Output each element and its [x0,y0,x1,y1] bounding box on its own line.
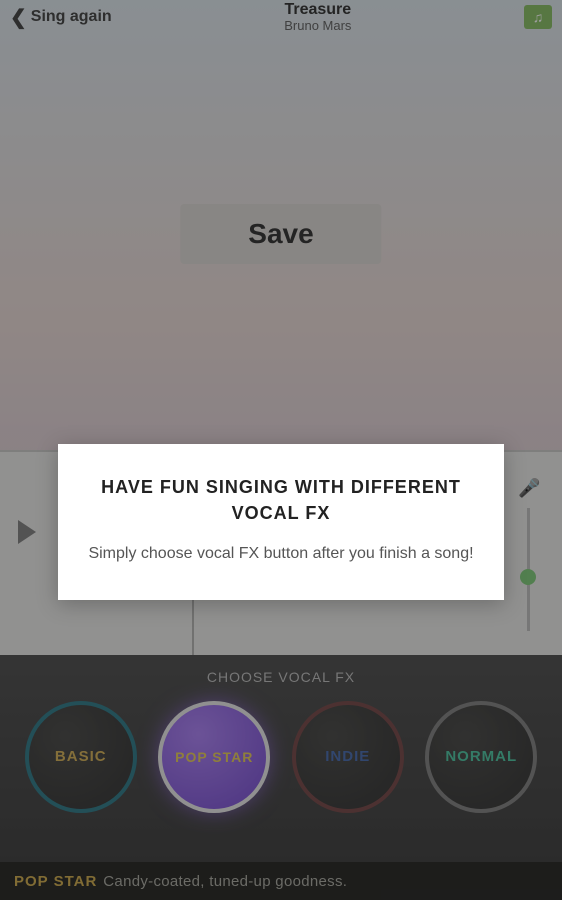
top-bar: ❮ Sing again Treasure Bruno Mars ♫ [0,0,562,34]
footer-bar: POP STAR Candy-coated, tuned-up goodness… [0,862,562,900]
slider-thumb[interactable] [520,569,536,585]
footer-fx-name: POP STAR [14,873,97,890]
back-label: Sing again [31,8,112,26]
fx-normal-button[interactable]: NORMAL [425,701,537,813]
info-modal[interactable]: HAVE FUN SINGING WITH DIFFERENT VOCAL FX… [58,444,504,600]
fx-row: BASIC POP STAR INDIE NORMAL [0,701,562,813]
slider-track[interactable] [527,508,530,631]
vocal-fx-panel: CHOOSE VOCAL FX BASIC POP STAR INDIE NOR… [0,655,562,862]
song-title: Treasure [284,1,351,19]
play-icon[interactable] [18,520,36,544]
mic-icon: 🎤 [518,478,538,502]
fx-indie-button[interactable]: INDIE [292,701,404,813]
fx-header: CHOOSE VOCAL FX [0,655,562,695]
mic-volume-slider[interactable]: 🎤 [516,478,540,637]
app-screen: ❮ Sing again Treasure Bruno Mars ♫ Save … [0,0,562,900]
chevron-left-icon: ❮ [10,5,27,30]
artist-name: Bruno Mars [284,19,351,33]
music-icon[interactable]: ♫ [524,5,552,29]
modal-title: HAVE FUN SINGING WITH DIFFERENT VOCAL FX [88,474,474,526]
footer-fx-desc: Candy-coated, tuned-up goodness. [103,873,347,890]
save-button[interactable]: Save [180,204,381,264]
fx-basic-button[interactable]: BASIC [25,701,137,813]
fx-popstar-button[interactable]: POP STAR [158,701,270,813]
title-block: Treasure Bruno Mars [284,1,351,33]
back-button[interactable]: ❮ Sing again [10,5,112,30]
modal-body: Simply choose vocal FX button after you … [88,542,474,566]
